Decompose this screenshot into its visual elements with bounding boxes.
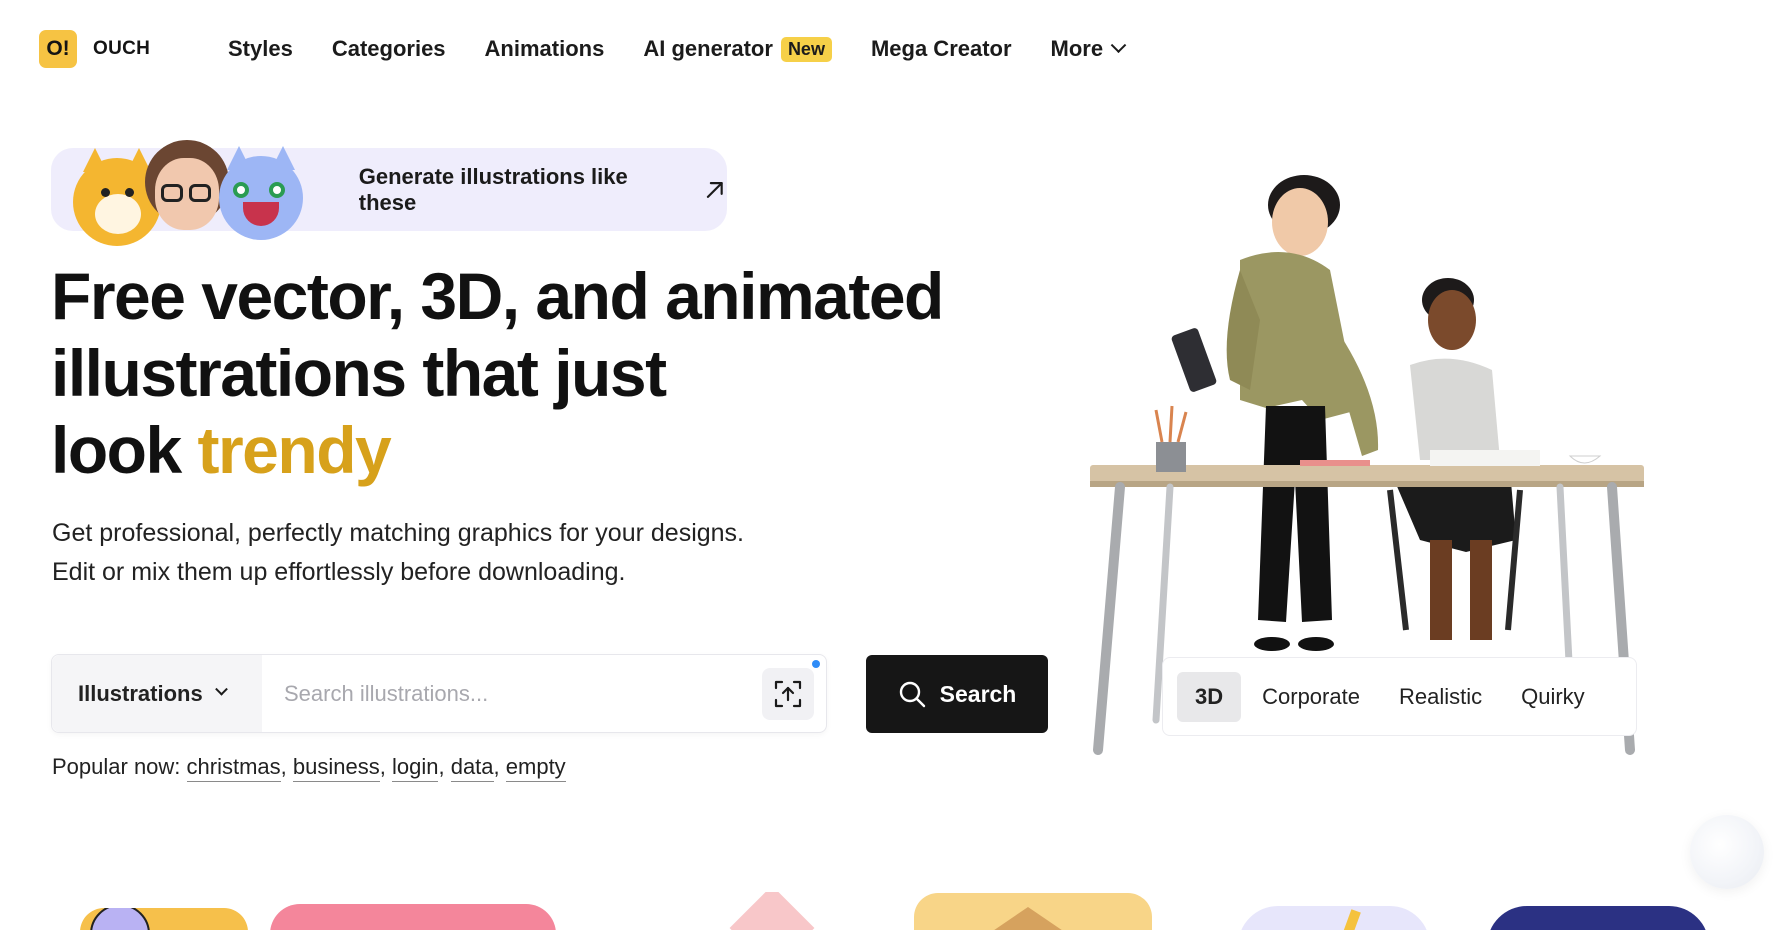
promo-label: Generate illustrations like these — [358, 163, 628, 215]
hero-title-accent: trendy — [197, 413, 392, 487]
category-card[interactable] — [270, 904, 556, 930]
new-feature-dot — [812, 660, 820, 668]
category-card[interactable] — [914, 893, 1152, 930]
popular-tag[interactable]: login — [391, 754, 439, 782]
search-icon — [899, 681, 925, 708]
floating-chat-button[interactable] — [1690, 815, 1764, 889]
girl-avatar — [145, 140, 229, 240]
tab-3d[interactable]: 3D — [1177, 671, 1242, 722]
hero-subtitle-line1: Get professional, perfectly matching gra… — [52, 519, 745, 547]
hero-subtitle: Get professional, perfectly matching gra… — [52, 514, 852, 592]
upload-image-icon — [774, 680, 802, 708]
popular-tag[interactable]: empty — [505, 754, 566, 782]
tab-corporate[interactable]: Corporate — [1244, 672, 1378, 722]
hero-subtitle-line2: Edit or mix them up effortlessly before … — [52, 558, 626, 586]
popular-label: Popular now: — [52, 754, 181, 779]
nav-item-animations[interactable]: Animations — [485, 36, 605, 62]
hero-title-line3: look — [51, 413, 198, 487]
hero-title: Free vector, 3D, and animated illustrati… — [51, 258, 1011, 489]
asset-type-dropdown[interactable]: Illustrations — [52, 655, 262, 732]
tab-quirky[interactable]: Quirky — [1503, 672, 1603, 722]
hero-title-line1: Free vector, 3D, and animated — [51, 259, 944, 333]
logo[interactable]: O! OUCH — [39, 30, 150, 68]
search-button[interactable]: Search — [866, 655, 1048, 733]
main-nav: Styles Categories Animations AI generato… — [228, 30, 1163, 68]
chevron-down-icon — [1110, 36, 1127, 53]
promo-avatars — [51, 140, 303, 246]
nav-item-categories[interactable]: Categories — [332, 36, 446, 62]
nav-item-label: Categories — [331, 36, 446, 61]
hero-title-line2: illustrations that just — [51, 336, 667, 410]
site-header: O! OUCH Styles Categories Animations AI … — [0, 0, 1774, 96]
cat-avatar — [219, 146, 303, 240]
nav-item-ai-generator[interactable]: AI generator New — [643, 36, 832, 62]
category-card[interactable] — [1487, 906, 1709, 930]
category-card[interactable] — [1238, 906, 1430, 930]
nav-item-label: More — [1050, 36, 1104, 61]
popular-searches: Popular now: christmas, business, login,… — [52, 754, 566, 782]
arrow-up-right-icon — [707, 181, 724, 198]
nav-item-mega-creator[interactable]: Mega Creator — [871, 36, 1012, 62]
nav-item-label: AI generator — [643, 36, 773, 61]
tab-realistic[interactable]: Realistic — [1381, 672, 1500, 722]
category-card[interactable] — [700, 892, 840, 930]
generate-promo-link[interactable]: Generate illustrations like these — [51, 140, 727, 246]
popular-tag[interactable]: data — [450, 754, 494, 782]
new-badge: New — [780, 36, 832, 62]
category-card[interactable] — [80, 908, 248, 930]
logo-text: OUCH — [93, 38, 151, 59]
search-input[interactable] — [262, 655, 762, 732]
nav-item-styles[interactable]: Styles — [228, 36, 293, 62]
nav-item-more[interactable]: More — [1050, 36, 1127, 62]
style-tabs: 3D Corporate Realistic Quirky — [1162, 657, 1637, 736]
search-bar: Illustrations — [51, 654, 827, 733]
chevron-down-icon — [214, 682, 228, 696]
nav-item-label: Mega Creator — [870, 36, 1012, 61]
popular-tag[interactable]: christmas — [186, 754, 281, 782]
popular-tag[interactable]: business — [292, 754, 380, 782]
nav-item-label: Animations — [484, 36, 605, 61]
logo-mark: O! — [39, 30, 77, 68]
asset-type-label: Illustrations — [78, 680, 203, 706]
image-search-button[interactable] — [762, 660, 820, 720]
nav-item-label: Styles — [228, 36, 293, 61]
search-button-label: Search — [939, 680, 1017, 707]
